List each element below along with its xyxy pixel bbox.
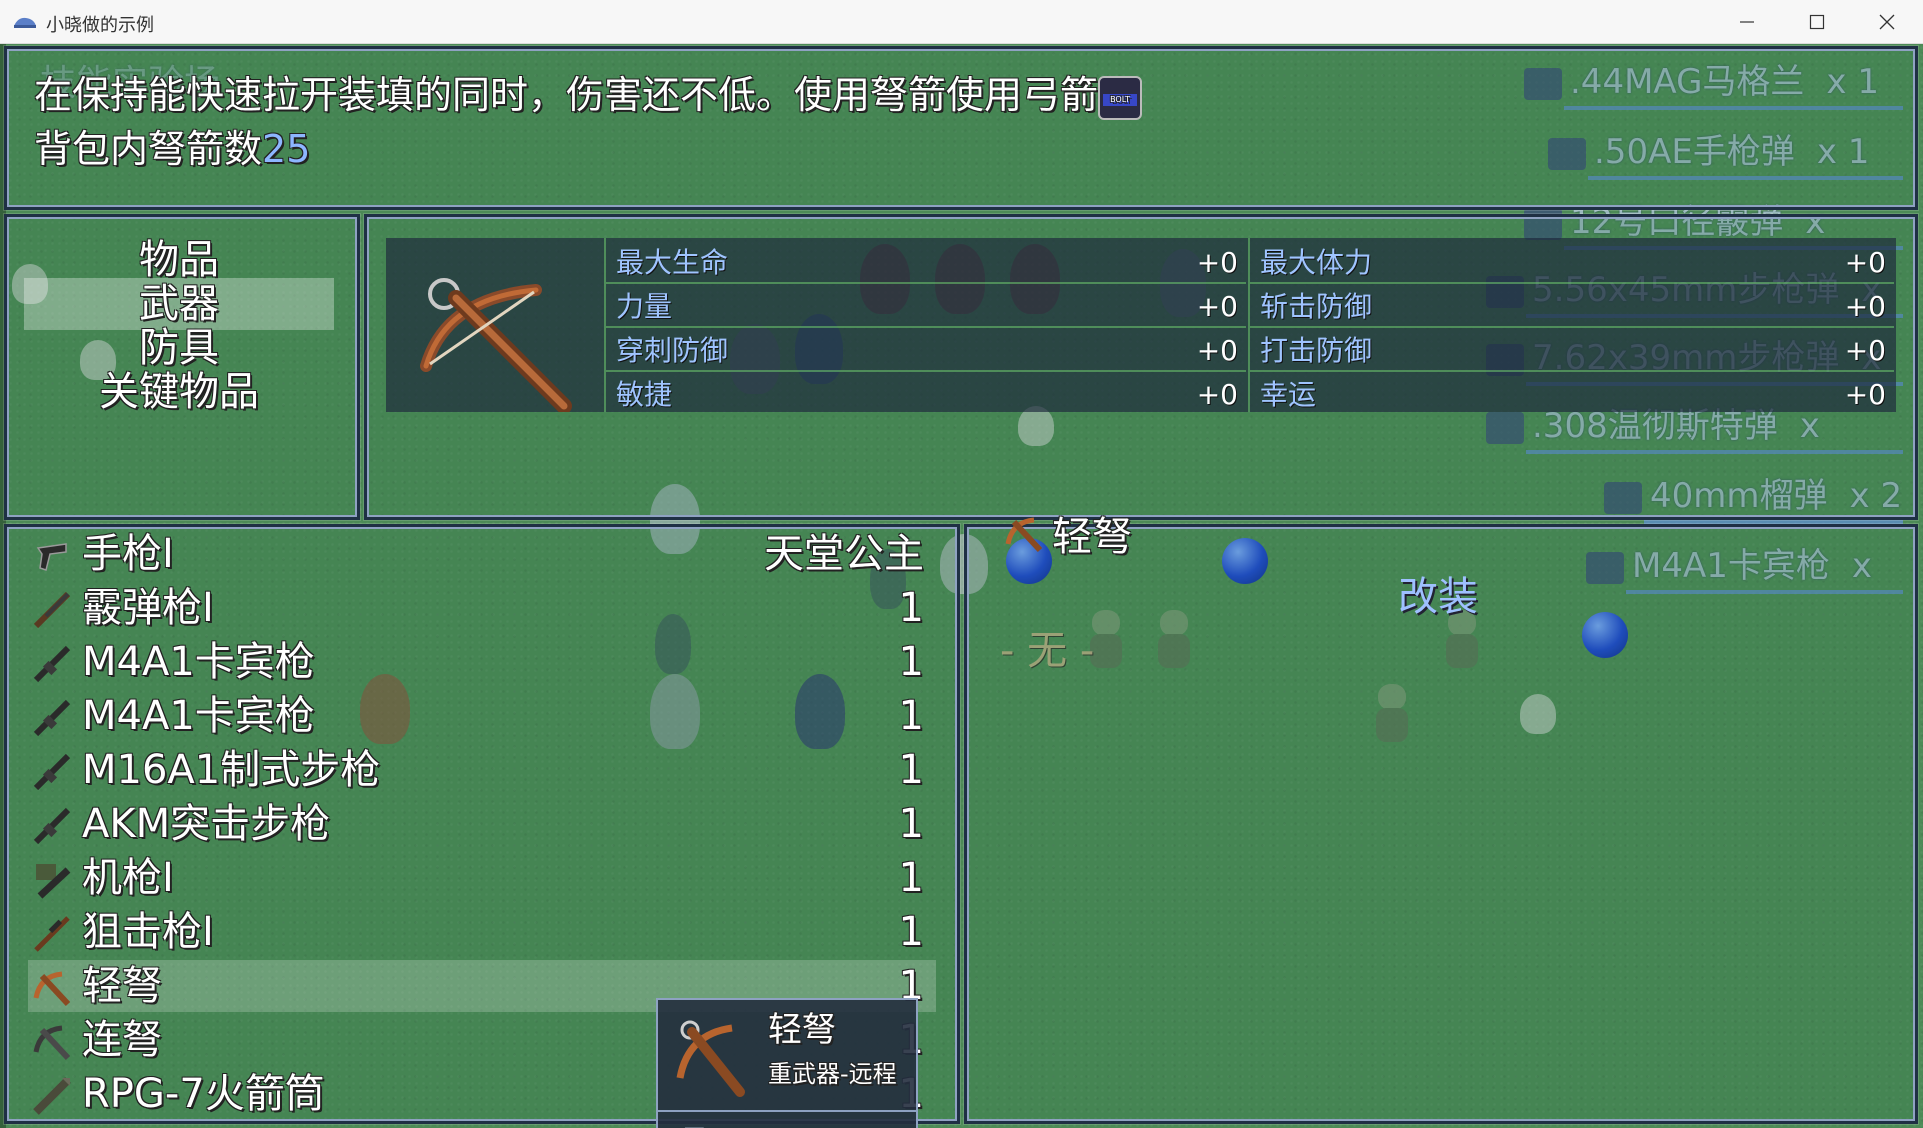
stat-label: 敏捷 bbox=[616, 378, 673, 411]
bolt-icon: BOLT bbox=[1098, 75, 1143, 120]
rifle-icon bbox=[33, 699, 71, 737]
stat-row: 最大生命 +0 bbox=[606, 242, 1246, 284]
item-count: 1 bbox=[898, 747, 924, 793]
item-name: M4A1卡宾枪 bbox=[82, 693, 315, 739]
maximize-button[interactable] bbox=[1782, 0, 1852, 44]
stat-value: +0 bbox=[1844, 334, 1886, 367]
item-row[interactable]: 手枪Ⅰ 天堂公主 bbox=[28, 528, 936, 580]
stat-label: 最大生命 bbox=[616, 246, 729, 279]
stat-value: +0 bbox=[1844, 246, 1886, 279]
item-row[interactable]: 霰弹枪Ⅰ 1 bbox=[28, 582, 936, 634]
stat-label: 力量 bbox=[616, 290, 673, 323]
stat-label: 幸运 bbox=[1260, 378, 1317, 411]
item-count: 1 bbox=[898, 639, 924, 685]
item-row[interactable]: 机枪Ⅰ 1 bbox=[28, 852, 936, 904]
shotgun-icon bbox=[33, 591, 71, 629]
app-icon bbox=[14, 17, 36, 28]
item-name: 手枪Ⅰ bbox=[82, 531, 174, 577]
window-title: 小晓做的示例 bbox=[46, 15, 154, 36]
item-name: 霰弹枪Ⅰ bbox=[82, 585, 214, 631]
rifle-icon bbox=[33, 753, 71, 791]
bolt-count-value: 25 bbox=[262, 127, 311, 171]
stat-label: 穿刺防御 bbox=[616, 334, 729, 367]
rocket-launcher-icon bbox=[33, 1077, 71, 1115]
tooltip-type: 重武器-远程 bbox=[768, 1060, 897, 1088]
stat-weapon-preview bbox=[386, 238, 604, 414]
rifle-icon bbox=[33, 645, 71, 683]
close-button[interactable] bbox=[1852, 0, 1922, 44]
stat-label: 打击防御 bbox=[1260, 334, 1373, 367]
item-count: 1 bbox=[898, 909, 924, 955]
stat-value: +0 bbox=[1844, 378, 1886, 411]
stat-row: 打击防御 +0 bbox=[1250, 330, 1894, 372]
tooltip-slot: - 无 - bbox=[666, 1118, 723, 1128]
pistol-icon bbox=[36, 543, 67, 571]
item-row[interactable]: M16A1制式步枪 1 bbox=[28, 744, 936, 796]
crossbow-icon bbox=[1005, 517, 1043, 553]
help-description: 在保持能快速拉开装填的同时，伤害还不低。使用弩箭使用弓箭 bbox=[34, 73, 1099, 117]
tooltip-divider bbox=[658, 1110, 916, 1112]
item-name: M4A1卡宾枪 bbox=[82, 639, 315, 685]
minimize-button[interactable] bbox=[1712, 0, 1782, 44]
item-name: 机枪Ⅰ bbox=[82, 855, 174, 901]
item-count: 1 bbox=[898, 855, 924, 901]
stat-value: +0 bbox=[1196, 246, 1238, 279]
help-text-line1: 在保持能快速拉开装填的同时，伤害还不低。使用弩箭使用弓箭 BOLT bbox=[34, 64, 1143, 120]
repeating-crossbow-icon bbox=[33, 1025, 71, 1061]
item-name: RPG-7火箭筒 bbox=[82, 1071, 325, 1117]
item-count: 天堂公主 bbox=[764, 531, 924, 577]
stat-divider bbox=[604, 238, 606, 412]
item-name: AKM突击步枪 bbox=[82, 801, 331, 847]
item-tooltip: 轻弩 重武器-远程 - 无 - bbox=[656, 998, 918, 1128]
item-count: 1 bbox=[898, 801, 924, 847]
item-row[interactable]: AKM突击步枪 1 bbox=[28, 798, 936, 850]
close-icon bbox=[1879, 14, 1895, 30]
tooltip-crossbow-icon bbox=[676, 1020, 745, 1097]
stat-row: 穿刺防御 +0 bbox=[606, 330, 1246, 372]
crossbow-icon bbox=[33, 971, 71, 1007]
game-screen[interactable]: 技能实验场 .44MAG马格兰x 1.50AE手枪弹x 112号口径霰弹x5.5… bbox=[0, 44, 1923, 1128]
maximize-icon bbox=[1809, 14, 1825, 30]
stat-row: 幸运 +0 bbox=[1250, 374, 1894, 416]
category-3[interactable]: 关键物品 bbox=[24, 366, 334, 418]
item-row[interactable]: M4A1卡宾枪 1 bbox=[28, 690, 936, 742]
stat-label: 斩击防御 bbox=[1260, 290, 1373, 323]
stat-row: 敏捷 +0 bbox=[606, 374, 1246, 416]
stat-value: +0 bbox=[1196, 334, 1238, 367]
item-count: 1 bbox=[898, 693, 924, 739]
stat-row: 力量 +0 bbox=[606, 286, 1246, 328]
item-name: M16A1制式步枪 bbox=[82, 747, 381, 793]
item-row[interactable]: 狙击枪Ⅰ 1 bbox=[28, 906, 936, 958]
stat-row: 最大体力 +0 bbox=[1250, 242, 1894, 284]
stat-value: +0 bbox=[1196, 378, 1238, 411]
title-bar: 小晓做的示例 bbox=[0, 0, 1923, 44]
minimize-icon bbox=[1740, 21, 1754, 23]
help-text-line2: 背包内弩箭数25 bbox=[34, 118, 310, 173]
stat-value: +0 bbox=[1196, 290, 1238, 323]
tooltip-name: 轻弩 bbox=[768, 1010, 836, 1050]
item-name: 狙击枪Ⅰ bbox=[82, 909, 214, 955]
modify-button[interactable]: 改装 bbox=[1398, 564, 1478, 622]
detail-slot: - 无 - bbox=[1000, 628, 1095, 674]
stat-row: 斩击防御 +0 bbox=[1250, 286, 1894, 328]
stat-label: 最大体力 bbox=[1260, 246, 1373, 279]
stat-value: +0 bbox=[1844, 290, 1886, 323]
detail-title: 轻弩 bbox=[1052, 514, 1132, 560]
machine-gun-icon bbox=[36, 864, 71, 899]
item-name: 连弩 bbox=[82, 1017, 162, 1063]
crossbow-large-icon bbox=[420, 278, 572, 414]
stat-divider bbox=[1248, 238, 1250, 412]
sniper-icon bbox=[34, 916, 70, 952]
rifle-icon bbox=[33, 807, 71, 845]
bolt-icon-label: BOLT bbox=[1103, 93, 1138, 106]
bolt-count-label: 背包内弩箭数 bbox=[34, 127, 263, 171]
item-name: 轻弩 bbox=[82, 963, 162, 1009]
item-count: 1 bbox=[898, 585, 924, 631]
item-row[interactable]: M4A1卡宾枪 1 bbox=[28, 636, 936, 688]
